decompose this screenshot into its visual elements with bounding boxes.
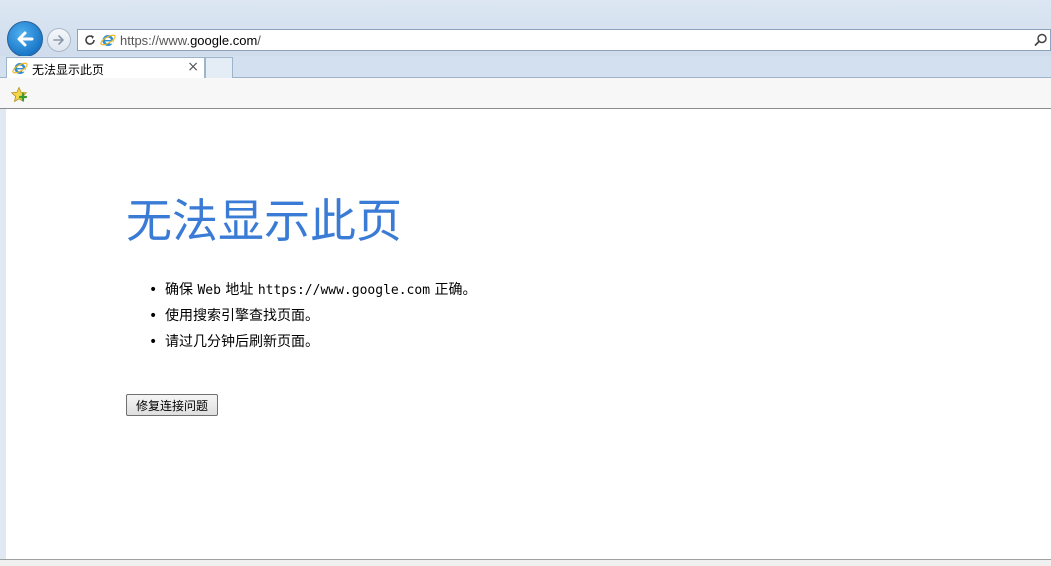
back-arrow-icon: [17, 31, 34, 47]
favorites-star-icon[interactable]: [10, 86, 28, 104]
list-item: • 确保 Web 地址 https://www.google.com 正确。: [149, 277, 476, 303]
fix-connection-button[interactable]: 修复连接问题: [126, 394, 219, 416]
ie-logo-icon: [100, 34, 116, 46]
bullet: •: [149, 334, 158, 350]
navigation-bar: https://www.google.com/: [0, 0, 1051, 57]
bullet: •: [149, 308, 158, 324]
tab-strip: 无法显示此页 ×: [0, 56, 1051, 78]
status-bar: [0, 559, 1051, 566]
list-item: • 使用搜索引擎查找页面。: [149, 303, 476, 329]
address-bar[interactable]: https://www.google.com/: [77, 29, 1051, 51]
refresh-icon[interactable]: [83, 33, 97, 47]
list-item: • 请过几分钟后刷新页面。: [149, 329, 476, 355]
search-icon[interactable]: [1034, 33, 1048, 47]
url-text[interactable]: https://www.google.com/: [120, 33, 261, 48]
ie-logo-icon: [12, 62, 28, 74]
page-content: 无法显示此页 • 确保 Web 地址 https://www.google.com…: [6, 109, 1051, 559]
back-button[interactable]: [7, 21, 43, 57]
browser-window: https://www.google.com/ 无法显示此页 × 无法显示此页 …: [0, 0, 1051, 566]
tab-active[interactable]: 无法显示此页 ×: [6, 57, 205, 78]
new-tab-button[interactable]: [205, 57, 233, 78]
forward-arrow-icon: [53, 35, 64, 45]
close-icon[interactable]: ×: [187, 59, 199, 75]
tips-list: • 确保 Web 地址 https://www.google.com 正确。 • 使…: [149, 277, 476, 355]
forward-button[interactable]: [47, 28, 71, 52]
favorites-bar: [0, 78, 1051, 109]
bullet: •: [149, 282, 158, 298]
tab-title: 无法显示此页: [32, 63, 105, 77]
page-title: 无法显示此页: [126, 194, 402, 248]
